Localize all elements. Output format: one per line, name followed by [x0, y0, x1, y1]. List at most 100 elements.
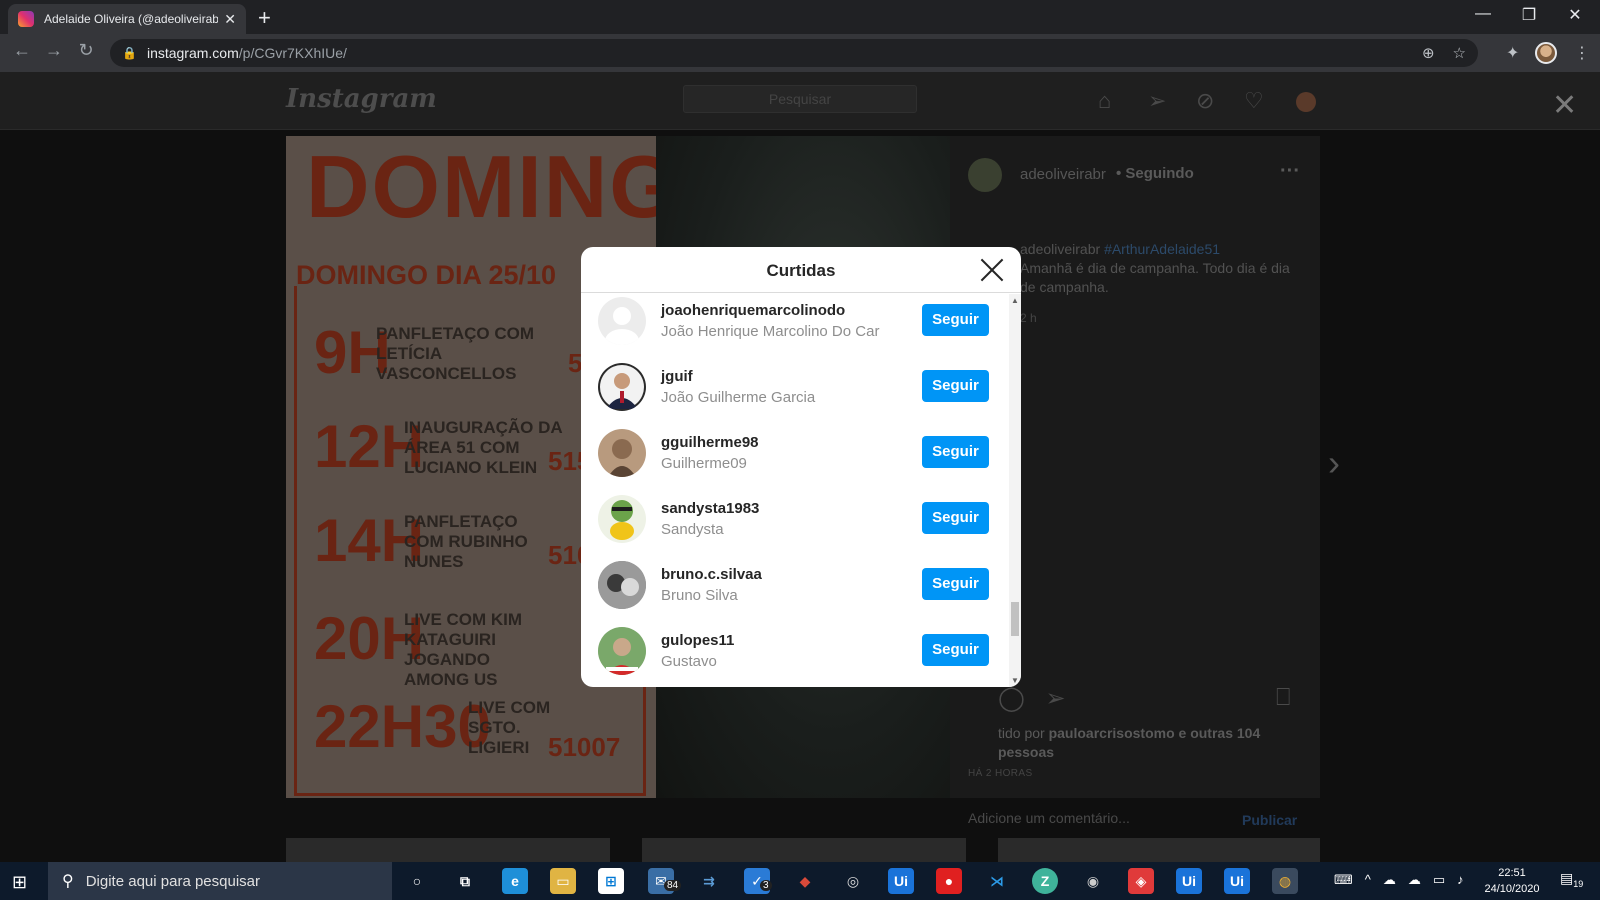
username[interactable]: sandysta1983 [661, 500, 759, 517]
username[interactable]: gguilherme98 [661, 434, 759, 451]
follow-button[interactable]: Seguir [922, 436, 989, 468]
avatar[interactable] [598, 429, 646, 477]
follow-button[interactable]: Seguir [922, 304, 989, 336]
task-view-icon[interactable]: ⧉ [452, 868, 478, 894]
zoom-icon[interactable]: ⊕ [1422, 44, 1435, 62]
uipath-icon[interactable]: Ui [888, 868, 914, 894]
follow-button[interactable]: Seguir [922, 568, 989, 600]
list-item[interactable]: sandysta1983 Sandysta Seguir [581, 486, 1009, 552]
explore-icon[interactable]: ⊘ [1196, 88, 1214, 114]
bookmark-star-icon[interactable]: ☆ [1453, 44, 1466, 62]
chevron-up-icon[interactable]: ^ [1365, 872, 1371, 888]
volume-icon[interactable]: ♪ [1457, 872, 1464, 888]
scroll-down-icon[interactable]: ▼ [1011, 676, 1019, 685]
comment-input[interactable]: Adicione um comentário... [968, 810, 1130, 826]
username[interactable]: jguif [661, 368, 693, 385]
list-item[interactable]: bruno.c.silvaa Bruno Silva Seguir [581, 552, 1009, 618]
caption-hashtag[interactable]: #ArthurAdelaide51 [1104, 241, 1220, 257]
taskbar-clock[interactable]: 22:51 24/10/2020 [1480, 865, 1544, 897]
avatar[interactable] [598, 495, 646, 543]
close-window-icon[interactable]: ✕ [1552, 5, 1598, 25]
grid-thumbnail[interactable] [642, 838, 966, 862]
post-time-ago: HÁ 2 HORAS [968, 768, 1033, 779]
avatar[interactable] [598, 363, 646, 411]
cloud-icon[interactable]: ☁ [1408, 872, 1421, 888]
follow-button[interactable]: Seguir [922, 634, 989, 666]
grid-thumbnail[interactable] [286, 838, 610, 862]
save-bookmark-icon[interactable]: ⎕ [1276, 684, 1290, 712]
browser-titlebar: Adelaide Oliveira (@adeoliveirabr ✕ + — … [0, 0, 1600, 34]
vscode-icon[interactable]: ⋊ [984, 868, 1010, 894]
instagram-search-input[interactable]: Pesquisar [683, 85, 917, 113]
close-icon[interactable] [979, 257, 1005, 283]
obs-icon[interactable]: ◎ [840, 868, 866, 894]
extensions-icon[interactable]: ✦ [1506, 43, 1519, 63]
back-icon[interactable]: ← [10, 40, 34, 61]
avatar[interactable] [598, 297, 646, 345]
direct-icon[interactable]: ➢ [1148, 88, 1166, 114]
minimize-icon[interactable]: — [1460, 5, 1506, 23]
security-shield-icon[interactable]: ◆ [792, 868, 818, 894]
profile-avatar-icon[interactable] [1535, 42, 1557, 64]
instagram-logo[interactable]: Instagram [286, 84, 437, 114]
avatar[interactable] [598, 561, 646, 609]
scroll-up-icon[interactable]: ▲ [1011, 296, 1019, 305]
full-name: João Guilherme Garcia [661, 389, 816, 406]
follow-button[interactable]: Seguir [922, 502, 989, 534]
close-tab-icon[interactable]: ✕ [224, 11, 236, 28]
home-icon[interactable]: ⌂ [1098, 88, 1111, 114]
browser-tab[interactable]: Adelaide Oliveira (@adeoliveirabr ✕ [8, 4, 246, 34]
cortana-icon[interactable]: ○ [404, 868, 430, 894]
following-status[interactable]: • Seguindo [1116, 165, 1194, 182]
chrome-menu-icon[interactable]: ⋮ [1574, 43, 1590, 63]
username[interactable]: bruno.c.silvaa [661, 566, 762, 583]
taskbar-search-input[interactable]: ⚲ Digite aqui para pesquisar [48, 862, 392, 900]
teams-arrows-icon[interactable]: ⇉ [696, 868, 722, 894]
uipath-studio-icon[interactable]: Ui [1176, 868, 1202, 894]
list-item[interactable]: gguilherme98 Guilherme09 Seguir [581, 420, 1009, 486]
list-item[interactable]: jguif João Guilherme Garcia Seguir [581, 354, 1009, 420]
post-actions: ◯ ➢ [998, 684, 1066, 713]
post-author-avatar[interactable] [968, 158, 1002, 192]
more-options-icon[interactable]: ··· [1280, 160, 1300, 183]
keyboard-icon[interactable]: ⌨ [1334, 872, 1353, 888]
list-item[interactable]: gulopes11 Gustavo Seguir [581, 618, 1009, 684]
network-icon[interactable]: ▭ [1433, 872, 1445, 888]
avatar[interactable] [598, 627, 646, 675]
new-tab-icon[interactable]: + [258, 5, 271, 31]
forward-icon[interactable]: → [42, 40, 66, 61]
anydesk-icon[interactable]: ◈ [1128, 868, 1154, 894]
store-icon[interactable]: ⊞ [598, 868, 624, 894]
share-icon[interactable]: ➢ [1046, 685, 1066, 712]
record-icon[interactable]: ● [936, 868, 962, 894]
onedrive-icon[interactable]: ☁ [1383, 872, 1396, 888]
post-author-username[interactable]: adeoliveirabr [1020, 166, 1106, 183]
chrome-icon[interactable]: ◍ [1272, 868, 1298, 894]
follow-button[interactable]: Seguir [922, 370, 989, 402]
modal-scrollbar[interactable]: ▲ ▼ [1009, 294, 1021, 687]
address-bar[interactable]: 🔒 instagram.com /p/CGvr7KXhIUe/ ⊕ ☆ [110, 39, 1478, 67]
camera-icon[interactable]: ◉ [1080, 868, 1106, 894]
scroll-thumb[interactable] [1011, 602, 1019, 636]
reload-icon[interactable]: ↻ [74, 40, 98, 61]
restore-icon[interactable]: ❐ [1506, 5, 1552, 25]
username[interactable]: joaohenriquemarcolinodo [661, 302, 845, 319]
username[interactable]: gulopes11 [661, 632, 734, 649]
grid-thumbnail[interactable] [998, 838, 1320, 862]
edge-icon[interactable]: e [502, 868, 528, 894]
notification-center-icon[interactable]: ▤19 [1560, 870, 1583, 889]
liked-by-text[interactable]: tido por pauloarcrisostomo e outras 104 … [998, 724, 1320, 762]
z-app-icon[interactable]: Z [1032, 868, 1058, 894]
close-post-icon[interactable]: ✕ [1552, 88, 1577, 123]
file-explorer-icon[interactable]: ▭ [550, 868, 576, 894]
publish-button[interactable]: Publicar [1242, 812, 1297, 828]
list-item[interactable]: joaohenriquemarcolinodo João Henrique Ma… [581, 288, 1009, 354]
activity-heart-icon[interactable]: ♡ [1244, 88, 1264, 114]
instagram-avatar[interactable] [1296, 92, 1316, 112]
uipath-assistant-icon[interactable]: Ui [1224, 868, 1250, 894]
next-post-chevron-icon[interactable]: › [1328, 442, 1340, 484]
comment-icon[interactable]: ◯ [998, 685, 1025, 712]
windows-start-icon[interactable]: ⊞ [12, 872, 27, 893]
caption-username[interactable]: adeoliveirabr [1020, 241, 1100, 257]
likes-list[interactable]: joaohenriquemarcolinodo João Henrique Ma… [581, 294, 1009, 687]
